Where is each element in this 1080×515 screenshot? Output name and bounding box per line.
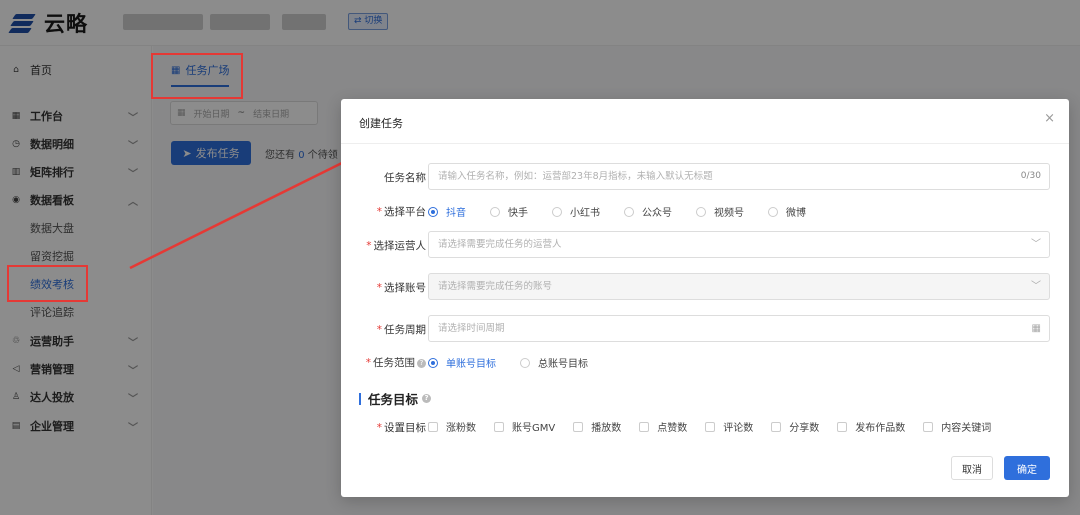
- annotation-box-performance: [7, 265, 88, 302]
- account-label: * 选择账号: [376, 282, 426, 294]
- radio-douyin[interactable]: 抖音: [428, 204, 466, 219]
- char-counter: 0/30: [1020, 171, 1041, 181]
- platform-radio-group: 抖音 快手 小红书 公众号 视频号 微博: [428, 204, 830, 219]
- task-name-label: 任务名称: [384, 172, 426, 184]
- target-checkbox-group: 涨粉数 账号GMV 播放数 点赞数 评论数 分享数 发布作品数 内容关键词: [428, 419, 1009, 434]
- checkbox-gmv[interactable]: 账号GMV: [494, 419, 555, 434]
- account-select[interactable]: 请选择需要完成任务的账号 ﹀: [428, 273, 1050, 300]
- period-label: * 任务周期: [376, 324, 426, 336]
- checkbox-shares[interactable]: 分享数: [771, 419, 819, 434]
- chevron-down-icon: ﹀: [1031, 239, 1041, 250]
- period-picker[interactable]: 请选择时间周期 ▦: [428, 315, 1050, 342]
- task-name-input[interactable]: 请输入任务名称，例如：运营部23年8月指标，未输入默认无标题 0/30: [428, 163, 1050, 190]
- operator-select[interactable]: 请选择需要完成任务的运营人 ﹀: [428, 231, 1050, 258]
- set-target-label: * 设置目标: [376, 422, 426, 434]
- platform-label: * 选择平台: [376, 206, 426, 218]
- checkbox-likes[interactable]: 点赞数: [639, 419, 687, 434]
- dialog-title: 创建任务: [359, 117, 403, 130]
- radio-official-account[interactable]: 公众号: [624, 204, 672, 219]
- create-task-dialog: 创建任务 × 任务名称 请输入任务名称，例如：运营部23年8月指标，未输入默认无…: [341, 99, 1069, 497]
- dialog-divider: [341, 143, 1069, 144]
- checkbox-keywords[interactable]: 内容关键词: [923, 419, 991, 434]
- chevron-down-icon: ﹀: [1031, 281, 1041, 292]
- task-target-section-title: 任务目标?: [359, 389, 432, 408]
- checkbox-posts[interactable]: 发布作品数: [837, 419, 905, 434]
- radio-xiaohongshu[interactable]: 小红书: [552, 204, 600, 219]
- scope-label: * 任务范围?: [341, 355, 426, 370]
- checkbox-followers[interactable]: 涨粉数: [428, 419, 476, 434]
- confirm-button[interactable]: 确定: [1004, 456, 1050, 480]
- radio-total-account[interactable]: 总账号目标: [520, 355, 588, 370]
- radio-single-account[interactable]: 单账号目标: [428, 355, 496, 370]
- question-icon: ?: [417, 359, 426, 368]
- scope-radio-group: 单账号目标 总账号目标: [428, 355, 612, 370]
- checkbox-plays[interactable]: 播放数: [573, 419, 621, 434]
- checkbox-comments[interactable]: 评论数: [705, 419, 753, 434]
- close-icon[interactable]: ×: [1044, 111, 1055, 126]
- cancel-button[interactable]: 取消: [951, 456, 993, 480]
- calendar-icon: ▦: [1031, 323, 1041, 334]
- question-icon: ?: [422, 394, 432, 403]
- annotation-box-task-plaza: [151, 53, 243, 99]
- radio-weibo[interactable]: 微博: [768, 204, 806, 219]
- operator-label: * 选择运营人: [366, 240, 426, 252]
- radio-channels[interactable]: 视频号: [696, 204, 744, 219]
- radio-kuaishou[interactable]: 快手: [490, 204, 528, 219]
